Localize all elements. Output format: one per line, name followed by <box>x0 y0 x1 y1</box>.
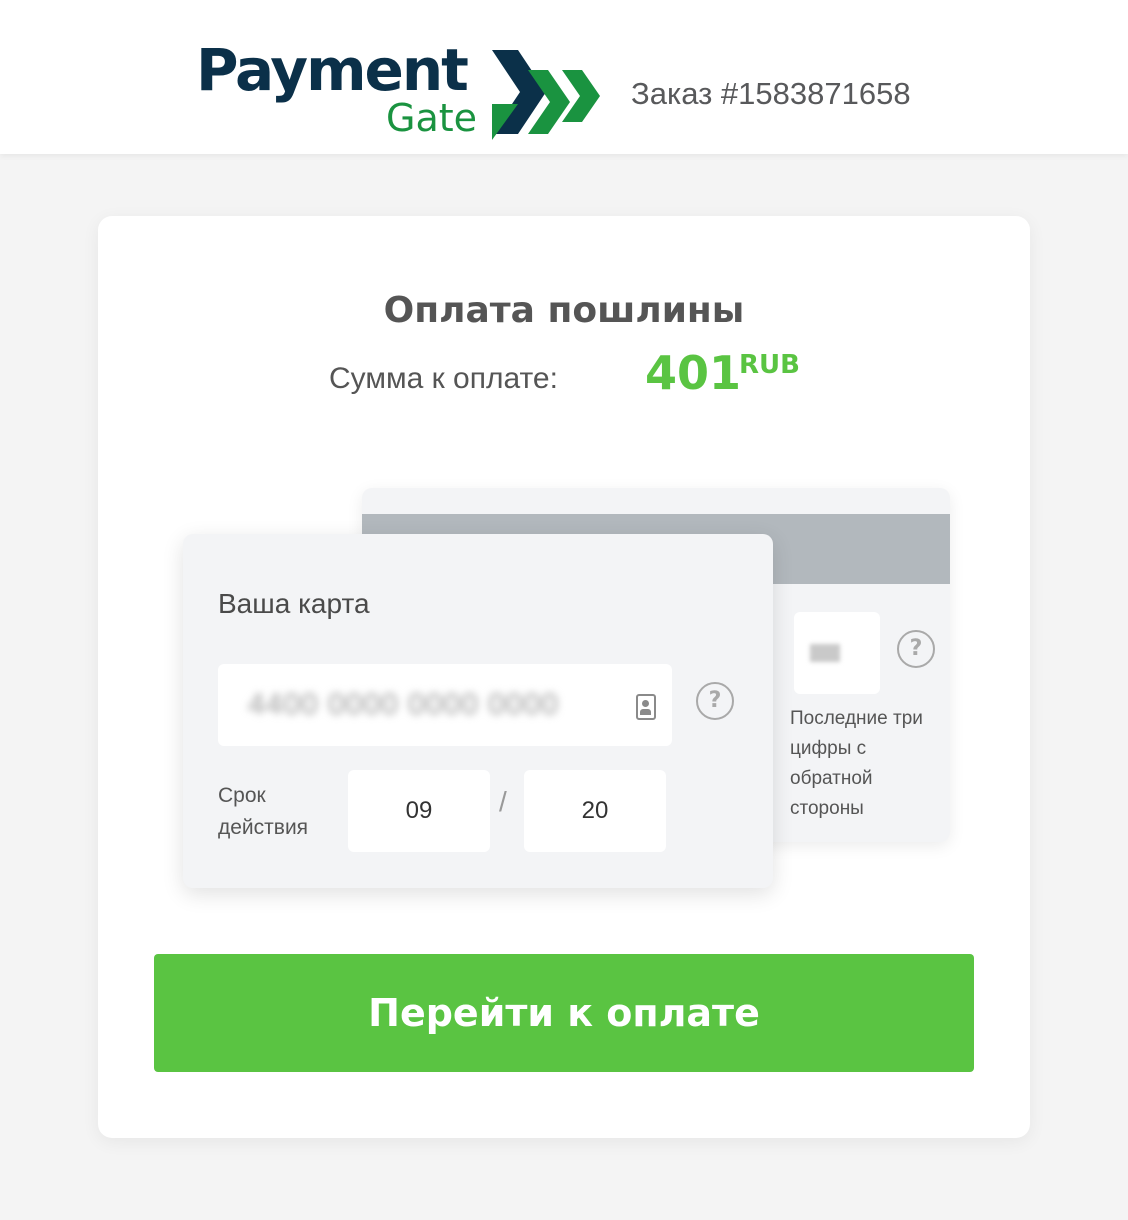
expiry-label: Срок действия <box>218 784 309 839</box>
card-number-value: 4400 0000 0000 0000 <box>248 688 559 721</box>
payment-panel: Оплата пошлины Сумма к оплате: 401 RUB ?… <box>98 216 1030 1138</box>
expiry-year-input[interactable]: 20 <box>524 770 666 852</box>
page-header: Payment Gate Заказ #1583871658 <box>0 0 1128 154</box>
amount-value: 401 <box>645 346 742 400</box>
cvc-hint-text: Последние три цифры с обратной стороны <box>790 708 923 819</box>
amount-label: Сумма к оплате: <box>329 362 558 395</box>
logo-word-gate: Gate <box>386 96 478 140</box>
card-title: Ваша карта <box>218 588 370 619</box>
chevron-arrows-icon <box>492 50 600 140</box>
pay-button[interactable]: Перейти к оплате <box>154 954 974 1072</box>
card-front: Ваша карта 4400 0000 0000 0000 ? Срок де… <box>183 534 773 888</box>
amount-currency: RUB <box>739 350 800 380</box>
expiry-separator: / <box>499 786 507 817</box>
card-number-help-icon[interactable]: ? <box>696 682 734 720</box>
cvc-input[interactable] <box>794 612 880 694</box>
cvc-help-icon[interactable]: ? <box>897 630 935 668</box>
card-scan-icon[interactable] <box>636 694 656 720</box>
cvc-masked-value <box>810 644 840 662</box>
order-number: Заказ #1583871658 <box>631 76 911 111</box>
card-number-input[interactable]: 4400 0000 0000 0000 <box>218 664 672 746</box>
payment-gate-logo: Payment Gate <box>196 36 606 140</box>
page-title: Оплата пошлины <box>383 290 745 331</box>
expiry-month-input[interactable]: 09 <box>348 770 490 852</box>
logo-word-payment: Payment <box>196 36 469 104</box>
